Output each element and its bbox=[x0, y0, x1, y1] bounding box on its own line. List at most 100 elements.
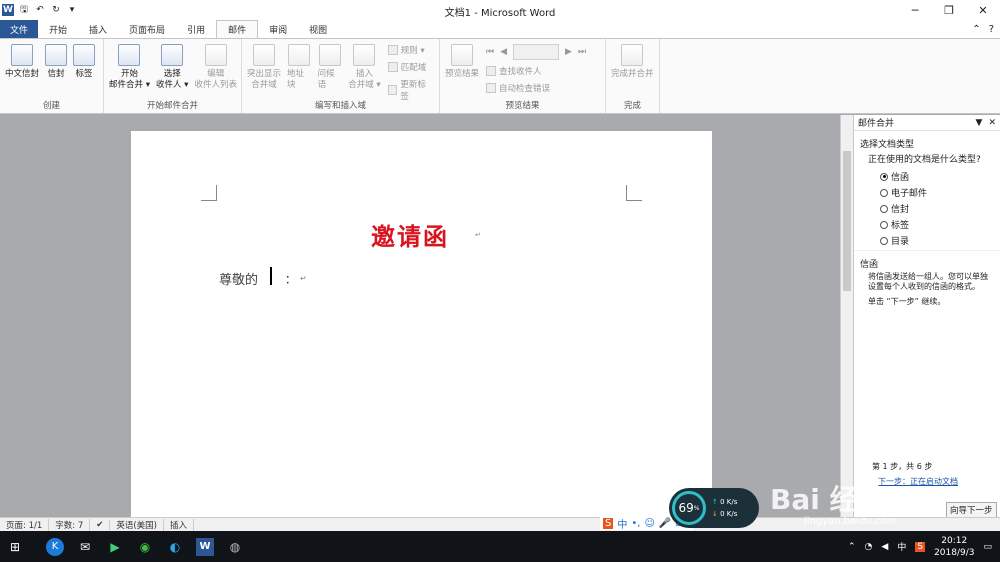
prev-record-icon[interactable]: ◀ bbox=[500, 47, 507, 57]
word-logo-icon: W bbox=[2, 4, 14, 16]
radio-directory[interactable]: 目录 bbox=[880, 234, 1000, 247]
pane-question: 正在使用的文档是什么类型? bbox=[868, 155, 981, 165]
app-paint-icon[interactable]: ◍ bbox=[220, 531, 250, 562]
next-step-link[interactable]: 下一步：正在启动文档 bbox=[878, 476, 958, 487]
salutation-text: 尊敬的 bbox=[219, 273, 259, 288]
tab-insert[interactable]: 插入 bbox=[78, 20, 118, 38]
auto-check-errors-button[interactable]: 自动检查错误 bbox=[486, 82, 586, 94]
group-start-merge: 开始 邮件合并 ▾ 选择 收件人 ▾ 编辑 收件人列表 开始邮件合并 bbox=[104, 39, 242, 113]
description-text: 将信函发送给一组人。您可以单独设置每个人收到的信函的格式。 bbox=[868, 272, 988, 291]
word-taskbar-icon[interactable]: W bbox=[190, 531, 220, 562]
vertical-scrollbar[interactable] bbox=[840, 115, 853, 517]
app-k-icon[interactable]: K bbox=[40, 531, 70, 562]
recipients-icon bbox=[161, 44, 184, 66]
system-tray: ⌃ ◔ ◀ 中 S 20:12 2018/9/3 ▭ bbox=[848, 535, 1000, 559]
start-icon[interactable]: ⊞ bbox=[0, 531, 30, 562]
sogou-icon[interactable]: S bbox=[603, 517, 614, 529]
radio-email[interactable]: 电子邮件 bbox=[880, 186, 1000, 199]
microphone-icon[interactable]: 🎤 bbox=[659, 518, 671, 529]
radio-label: 目录 bbox=[891, 237, 910, 247]
tab-references[interactable]: 引用 bbox=[176, 20, 216, 38]
word-count[interactable]: 字数: 7 bbox=[49, 518, 91, 531]
pane-close-icon[interactable]: ✕ bbox=[988, 118, 996, 128]
proofing-icon[interactable]: ✔ bbox=[90, 519, 111, 530]
ribbon-tabs: 文件 开始 插入 页面布局 引用 邮件 审阅 视图 ⌃ ? bbox=[0, 20, 1000, 38]
button-label: 完成并合并 bbox=[611, 69, 654, 79]
rules-button[interactable]: 规则 ▾ bbox=[387, 44, 433, 56]
tab-view[interactable]: 视图 bbox=[298, 20, 338, 38]
clock[interactable]: 20:12 2018/9/3 bbox=[934, 535, 974, 559]
tab-home[interactable]: 开始 bbox=[38, 20, 78, 38]
first-record-icon[interactable]: ⏮ bbox=[486, 47, 494, 57]
media-player-icon[interactable]: ▶ bbox=[100, 531, 130, 562]
notification-icon[interactable]: ▭ bbox=[983, 542, 992, 552]
tray-ime[interactable]: 中 bbox=[897, 540, 906, 553]
match-fields-button[interactable]: 匹配域 bbox=[387, 61, 433, 73]
document-page[interactable]: 邀请函 ↵ 尊敬的 ： ↵ bbox=[131, 131, 712, 531]
sogou-tray-icon[interactable]: S bbox=[915, 541, 926, 552]
page-count[interactable]: 页面: 1/1 bbox=[0, 518, 50, 531]
close-button[interactable]: ✕ bbox=[966, 0, 1000, 20]
minimize-button[interactable]: ─ bbox=[898, 0, 932, 20]
radio-labels[interactable]: 标签 bbox=[880, 218, 1000, 231]
tab-review[interactable]: 审阅 bbox=[258, 20, 298, 38]
group-create: 中文信封 信封 标签 创建 bbox=[0, 39, 104, 113]
find-recipient-button[interactable]: 查找收件人 bbox=[486, 65, 586, 77]
button-label: 自动检查错误 bbox=[499, 84, 551, 94]
punctuation-icon[interactable]: •, bbox=[631, 518, 640, 529]
clock-date: 2018/9/3 bbox=[934, 547, 975, 558]
ime-mode[interactable]: 中 bbox=[617, 516, 627, 531]
wizard-next-button[interactable]: 向导下一步 bbox=[946, 502, 997, 518]
address-icon bbox=[288, 44, 311, 66]
radio-envelopes[interactable]: 信封 bbox=[880, 202, 1000, 215]
collapse-ribbon-icon[interactable]: ⌃ bbox=[972, 24, 980, 35]
document-icon bbox=[118, 44, 141, 66]
pane-options-icon[interactable]: ▼ bbox=[976, 118, 983, 128]
tab-mailings[interactable]: 邮件 bbox=[216, 20, 259, 38]
help-icon[interactable]: ? bbox=[989, 24, 994, 35]
save-icon[interactable]: 🖫 bbox=[18, 4, 30, 16]
insert-mode[interactable]: 插入 bbox=[164, 518, 195, 531]
group-label: 完成 bbox=[623, 101, 641, 111]
pane-title: 邮件合并 bbox=[858, 119, 895, 129]
update-icon bbox=[387, 85, 398, 95]
record-number-input[interactable] bbox=[513, 44, 560, 60]
envelope-icon bbox=[11, 44, 33, 66]
language[interactable]: 英语(美国) bbox=[110, 518, 164, 531]
tray-expand-icon[interactable]: ⌃ bbox=[848, 542, 856, 552]
restore-button[interactable]: ❐ bbox=[932, 0, 966, 20]
envelope-icon bbox=[45, 44, 68, 66]
customize-qat-icon[interactable]: ▾ bbox=[66, 4, 78, 16]
network-icon[interactable]: ◔ bbox=[865, 542, 873, 552]
button-label: 突出显示 合并域 bbox=[247, 69, 282, 90]
radio-icon bbox=[880, 220, 888, 229]
app-c-icon[interactable]: ◐ bbox=[160, 531, 190, 562]
tab-file[interactable]: 文件 bbox=[0, 20, 39, 38]
undo-icon[interactable]: ↶ bbox=[34, 4, 46, 16]
ribbon: 中文信封 信封 标签 创建 开始 邮件合并 ▾ 选择 收件人 ▾ 编辑 收件人列… bbox=[0, 38, 1000, 114]
group-write-insert: 突出显示 合并域 地址块 问候语 插入 合并域 ▾ 规则 ▾ 匹配域 更新标签 … bbox=[242, 39, 440, 113]
browser-icon[interactable]: ◉ bbox=[130, 531, 160, 562]
mail-icon[interactable]: ✉ bbox=[70, 531, 100, 562]
next-record-icon[interactable]: ▶ bbox=[565, 47, 572, 57]
radio-letters[interactable]: 信函 bbox=[880, 170, 1000, 183]
speed-widget[interactable]: 69% ↑ 0 K/s ↓ 0 K/s bbox=[669, 488, 759, 528]
emoji-icon[interactable]: ☺ bbox=[644, 518, 654, 529]
tab-page-layout[interactable]: 页面布局 bbox=[118, 20, 176, 38]
last-record-icon[interactable]: ⏭ bbox=[578, 47, 586, 57]
button-label: 预览结果 bbox=[445, 69, 480, 79]
button-label: 中文信封 bbox=[5, 69, 40, 79]
next-hint: 单击 “下一步” 继续。 bbox=[868, 297, 946, 306]
volume-icon[interactable]: ◀ bbox=[881, 542, 888, 552]
document-area: 邀请函 ↵ 尊敬的 ： ↵ bbox=[0, 115, 840, 531]
redo-icon[interactable]: ↻ bbox=[50, 4, 62, 16]
radio-label: 电子邮件 bbox=[891, 189, 928, 199]
group-label: 编写和插入域 bbox=[314, 101, 366, 111]
window-title: 文档1 - Microsoft Word bbox=[444, 8, 556, 19]
record-nav: ⏮ ◀ ▶ ⏭ bbox=[486, 44, 586, 60]
scroll-thumb[interactable] bbox=[843, 151, 851, 291]
check-errors-icon bbox=[486, 83, 497, 93]
button-label: 选择 收件人 ▾ bbox=[155, 69, 189, 90]
button-label: 插入 合并域 ▾ bbox=[348, 69, 381, 90]
button-label: 问候语 bbox=[317, 69, 335, 90]
